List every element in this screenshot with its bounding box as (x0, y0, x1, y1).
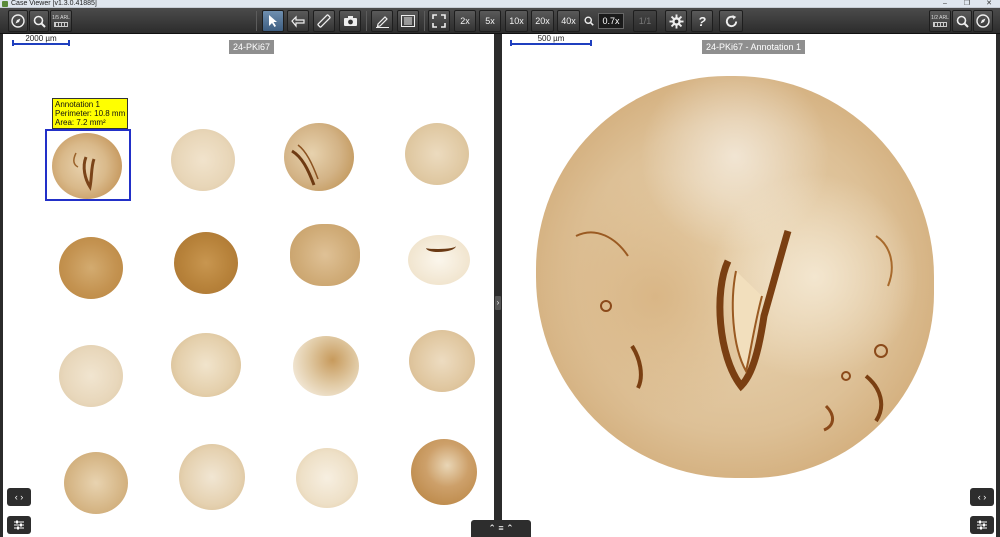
minimize-button[interactable]: – (934, 0, 956, 8)
slide-label-text: 1/2 ARL (931, 14, 949, 21)
tissue-core[interactable] (174, 232, 238, 294)
annotation-perimeter: Perimeter: 10.8 mm (55, 109, 126, 118)
tissue-core[interactable] (171, 129, 235, 191)
close-button[interactable]: ✕ (978, 0, 1000, 8)
left-frame-edge (0, 34, 3, 537)
bottom-panel-toggle[interactable]: ⌃ ≡ ⌃ (471, 520, 531, 537)
refresh-icon (725, 14, 737, 27)
tissue-core[interactable] (409, 330, 475, 392)
tissue-core[interactable] (64, 452, 128, 514)
tissue-core[interactable] (179, 444, 245, 510)
scale-bar: 500 µm (510, 34, 592, 46)
tissue-core[interactable] (59, 237, 123, 299)
fit-to-screen-button[interactable] (428, 10, 450, 32)
settings-button[interactable] (665, 10, 687, 32)
stained-vessel (291, 144, 319, 186)
tissue-core[interactable] (290, 224, 360, 286)
tissue-core[interactable] (405, 123, 469, 185)
slide-label-right[interactable]: 1/2 ARL (929, 10, 951, 32)
image-title: 24-PKi67 - Annotation 1 (702, 40, 806, 54)
annotation-area: Area: 7.2 mm² (55, 118, 106, 127)
annotation-name: Annotation 1 (55, 100, 100, 109)
tissue-core[interactable] (411, 439, 477, 505)
right-panel-settings-button[interactable] (970, 516, 994, 534)
main-toolbar: 1/5 ARL 2x 5x 10x 20x 40x 0.7x 1/1 ? 1/2… (0, 8, 1000, 34)
app-icon (2, 1, 8, 7)
right-slide-viewer[interactable]: 500 µm 24-PKi67 - Annotation 1 ‹ › (502, 34, 996, 537)
window-titlebar: Case Viewer [v1.3.0.41885] – ❐ ✕ (0, 0, 1000, 8)
annotate-tool-button[interactable] (371, 10, 393, 32)
stained-vessels (575, 229, 893, 432)
sliders-icon (977, 520, 987, 530)
magnifier-icon (956, 15, 969, 28)
zoom-search-button[interactable] (582, 10, 596, 32)
splitter-handle-icon[interactable]: › (495, 296, 501, 310)
magnifier-icon (33, 15, 46, 28)
search-button[interactable] (29, 10, 49, 32)
zoom-2x-button[interactable]: 2x (454, 10, 476, 32)
annotation-label[interactable]: Annotation 1 Perimeter: 10.8 mm Area: 7.… (52, 98, 129, 129)
zoom-level-field[interactable]: 0.7x (598, 13, 624, 29)
measure-tool-button[interactable] (313, 10, 335, 32)
ruler-icon (317, 14, 331, 28)
compass-icon (976, 14, 990, 28)
tissue-core[interactable] (171, 333, 241, 397)
left-slide-viewer[interactable]: 2000 µm 24-PKi67 Annotation 1 Perimeter:… (3, 34, 494, 537)
sync-views-button: 1/1 (633, 10, 657, 32)
question-icon: ? (698, 13, 706, 29)
expand-icon (432, 14, 446, 28)
gear-icon (668, 13, 684, 29)
pan-tool-button[interactable] (287, 10, 309, 32)
barcode-icon (932, 21, 947, 27)
viewer-splitter[interactable]: › (494, 34, 502, 537)
pen-icon (375, 16, 389, 28)
navigator-button[interactable] (8, 10, 28, 32)
right-frame-edge (996, 34, 1000, 537)
sync-views-label: 1/1 (638, 16, 652, 26)
zoom-10x-button[interactable]: 10x (505, 10, 528, 32)
sliders-icon (14, 520, 24, 530)
hand-icon (291, 15, 305, 28)
scale-bar-label: 2000 µm (25, 34, 57, 43)
annotation-list-button[interactable] (397, 10, 419, 32)
barcode-icon (53, 21, 68, 27)
toolbar-separator (256, 11, 257, 31)
search-button-right[interactable] (952, 10, 972, 32)
tissue-core[interactable] (59, 345, 123, 407)
magnifier-icon (584, 16, 594, 26)
restore-button[interactable]: ❐ (956, 0, 978, 8)
zoom-40x-button[interactable]: 40x (557, 10, 580, 32)
zoom-5x-button[interactable]: 5x (479, 10, 501, 32)
window-title: Case Viewer [v1.3.0.41885] (11, 0, 97, 7)
toolbar-separator (424, 11, 425, 31)
toolbar-separator (366, 11, 367, 31)
list-icon (401, 15, 415, 27)
scale-bar: 2000 µm (12, 34, 70, 46)
camera-icon (343, 16, 357, 26)
snapshot-button[interactable] (339, 10, 361, 32)
scale-bar-label: 500 µm (537, 34, 565, 43)
select-tool-button[interactable] (262, 10, 284, 32)
right-nav-arrows-button[interactable]: ‹ › (970, 488, 994, 506)
left-panel-settings-button[interactable] (7, 516, 31, 534)
slide-label-text: 1/5 ARL (52, 14, 70, 21)
tissue-core[interactable] (296, 448, 358, 508)
zoom-20x-button[interactable]: 20x (531, 10, 554, 32)
compass-icon (11, 14, 25, 28)
refresh-button[interactable] (719, 10, 743, 32)
tissue-core[interactable] (293, 336, 359, 396)
navigator-button-right[interactable] (973, 10, 993, 32)
slide-label-left[interactable]: 1/5 ARL (50, 10, 72, 32)
image-title: 24-PKi67 (229, 40, 275, 54)
cursor-icon (269, 15, 277, 27)
help-button[interactable]: ? (691, 10, 713, 32)
left-nav-arrows-button[interactable]: ‹ › (7, 488, 31, 506)
annotation-rectangle[interactable] (45, 129, 131, 201)
